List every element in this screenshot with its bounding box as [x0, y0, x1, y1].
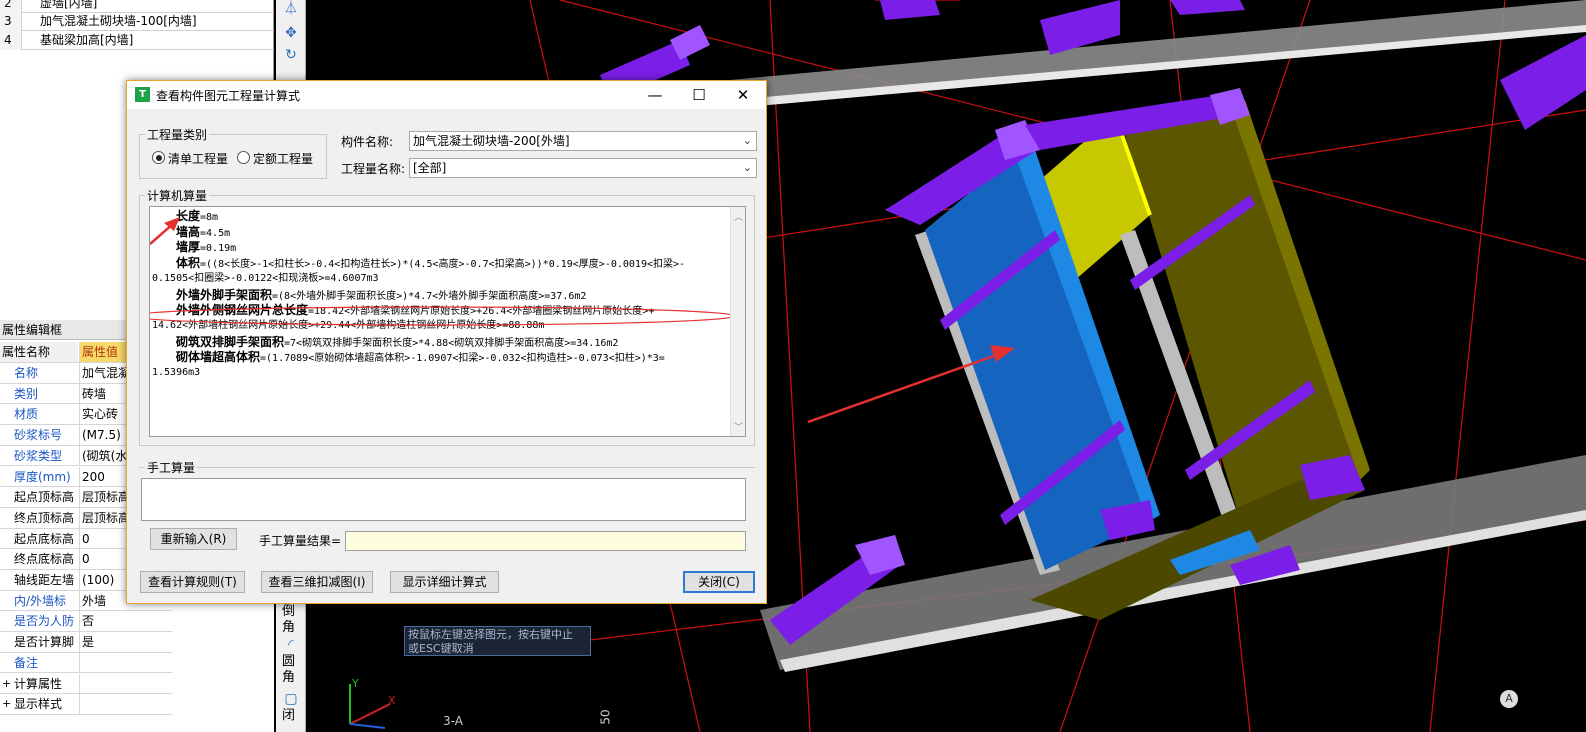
quota-qty-radio[interactable]	[237, 151, 250, 164]
dialog-titlebar[interactable]: T 查看构件图元工程量计算式 — ☐ ✕	[127, 81, 766, 109]
close-icon[interactable]: ✕	[731, 85, 755, 105]
property-value[interactable]: 否	[79, 611, 172, 632]
property-name: 名称	[14, 366, 39, 380]
axis-grid-label: 3-A	[443, 714, 463, 728]
chamfer-tool[interactable]: 倒角	[282, 604, 300, 636]
view-3d-deduction-button[interactable]: 查看三维扣减图(I)	[261, 571, 373, 593]
property-name: 材质	[14, 407, 39, 422]
status-tooltip: 按鼠标左键选择图元，按右键中止 或ESC键取消	[404, 626, 591, 656]
property-name: 是否为人防	[14, 614, 75, 629]
property-name: 砂浆类型	[14, 448, 63, 463]
dialog-title: 查看构件图元工程量计算式	[156, 89, 301, 103]
calc-label: 计算机算量	[145, 187, 210, 204]
property-row[interactable]: + 显示样式	[0, 694, 172, 715]
view-cube-icon[interactable]: A	[1500, 690, 1518, 708]
fillet-icon[interactable]: ◜	[282, 636, 300, 654]
fillet-tool[interactable]: 圆角	[282, 654, 300, 686]
property-value[interactable]: 是	[79, 632, 172, 653]
list-item[interactable]: 4 基础梁加高[内墙]	[0, 31, 274, 50]
maximize-icon[interactable]: ☐	[687, 85, 711, 105]
component-name-label: 构件名称:	[341, 135, 394, 149]
bill-qty-radio[interactable]	[152, 151, 165, 164]
dimension-label: 50	[598, 709, 613, 725]
show-detail-formula-button[interactable]: 显示详细计算式	[390, 571, 499, 593]
calc-formula-text[interactable]: 长度=8m 墙高=4.5m 墙厚=0.19m 体积=((8<长度>-1<扣柱长>-0.…	[149, 206, 746, 437]
view-rules-button[interactable]: 查看计算规则(T)	[140, 571, 245, 593]
scroll-up-icon[interactable]: ︿	[734, 210, 743, 223]
chevron-down-icon: ⌄	[742, 134, 752, 147]
property-row[interactable]: 是否为人防否	[0, 611, 172, 633]
property-row[interactable]: + 计算属性	[0, 673, 172, 695]
axis-y-label: Y	[352, 677, 359, 690]
manual-result-field[interactable]	[345, 531, 746, 551]
property-row[interactable]: 备注	[0, 652, 172, 674]
property-name: 厚度(mm)	[14, 469, 71, 484]
property-name: 轴线距左墙	[14, 573, 75, 587]
app-logo-icon: T	[135, 87, 150, 102]
move-icon[interactable]: ✥	[282, 24, 300, 42]
close-button[interactable]: 关闭(C)	[683, 571, 755, 593]
chevron-down-icon: ⌄	[742, 161, 752, 174]
manual-result-label: 手工算量结果=	[259, 534, 342, 548]
property-value[interactable]	[79, 694, 172, 715]
reenter-button[interactable]: 重新输入(R)	[150, 528, 237, 550]
property-row[interactable]: 是否计算脚是	[0, 632, 172, 653]
property-value[interactable]	[79, 652, 172, 673]
calc-scrollbar[interactable]: ︿ ﹀	[730, 207, 745, 436]
property-name: 终点底标高	[14, 552, 75, 567]
property-name: 计算属性	[14, 676, 63, 691]
property-name: 内/外墙标	[14, 593, 67, 608]
property-name: 显示样式	[14, 697, 63, 712]
scroll-down-icon[interactable]: ﹀	[734, 420, 743, 433]
quantity-formula-dialog: T 查看构件图元工程量计算式 — ☐ ✕ 工程量类别 清单工程量 定额工程量 构…	[126, 80, 767, 604]
property-name: 是否计算脚	[14, 635, 75, 650]
minimize-icon[interactable]: —	[643, 85, 667, 105]
qty-name-select[interactable]: [全部] ⌄	[409, 158, 757, 178]
qty-name-label: 工程量名称:	[341, 162, 406, 176]
property-name: 终点顶标高	[14, 510, 75, 525]
close-shape-icon[interactable]: ▢	[282, 690, 300, 708]
close-tool[interactable]: 闭	[282, 708, 300, 724]
axis-gizmo	[349, 684, 391, 729]
rotate-icon[interactable]: ↻	[282, 46, 300, 64]
mirror-icon[interactable]: ⏃	[282, 0, 300, 18]
qty-category-label: 工程量类别	[145, 126, 210, 143]
property-name: 起点顶标高	[14, 490, 75, 505]
property-name: 类别	[14, 386, 39, 401]
annotation-overlay	[150, 217, 736, 326]
property-name: 备注	[14, 655, 39, 670]
axis-x-label: X	[388, 694, 396, 707]
list-item[interactable]: 3 加气混凝土砌块墙-100[内墙]	[0, 12, 274, 31]
manual-formula-input[interactable]	[141, 478, 746, 521]
manual-label: 手工算量	[145, 459, 198, 476]
property-name: 起点底标高	[14, 531, 75, 546]
property-value[interactable]	[79, 673, 172, 694]
component-name-select[interactable]: 加气混凝土砌块墙-200[外墙] ⌄	[409, 131, 757, 151]
property-name: 砂浆标号	[14, 428, 63, 443]
bill-qty-label: 清单工程量	[168, 152, 229, 166]
quota-qty-label: 定额工程量	[253, 152, 314, 166]
